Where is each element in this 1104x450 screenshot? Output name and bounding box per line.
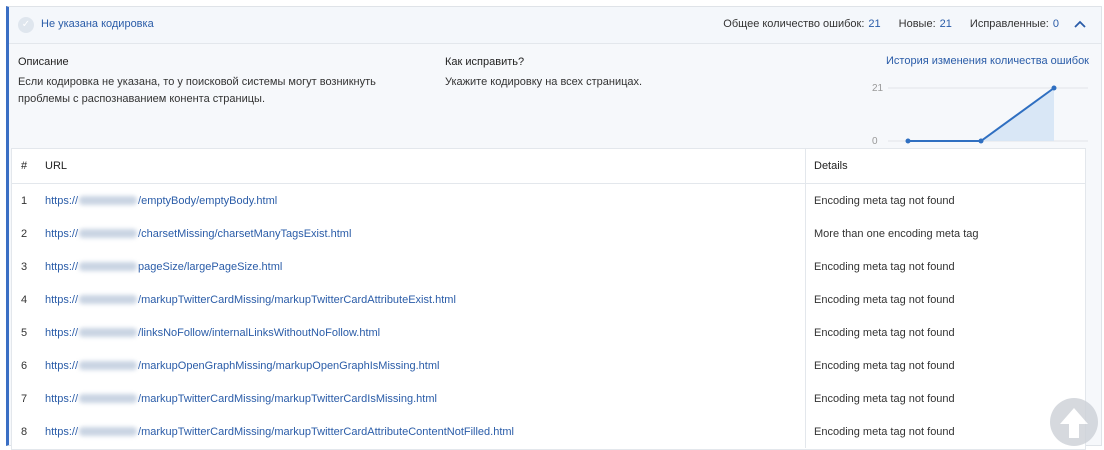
check-icon: ✓ bbox=[18, 17, 34, 33]
url-prefix: https:// bbox=[45, 326, 79, 339]
row-number: 8 bbox=[20, 425, 28, 438]
row-url-link[interactable]: https:// /markupOpenGraphMissing/markupOp… bbox=[36, 349, 806, 382]
row-details: Encoding meta tag not found bbox=[805, 382, 1085, 415]
row-url-link[interactable]: https:// /charsetMissing/charsetManyTagsE… bbox=[36, 217, 806, 250]
table-row: 6 https:// /markupOpenGraphMissing/markupO… bbox=[12, 349, 1085, 382]
description-line-1: Если кодировка не указана, то у поисково… bbox=[18, 76, 376, 88]
row-url-link[interactable]: https:// pageSize/largePageSize.html bbox=[36, 250, 806, 283]
url-path: /markupOpenGraphMissing/markupOpenGraphI… bbox=[138, 359, 440, 372]
redacted-domain bbox=[79, 328, 138, 338]
error-stats: Общее количество ошибок: 21 Новые: 21 Ис… bbox=[723, 18, 1087, 30]
row-url-link[interactable]: https:// /markupTwitterCardMissing/markup… bbox=[36, 415, 806, 448]
arrow-up-icon bbox=[1060, 408, 1088, 438]
fix-text: Укажите кодировку на всех страницах. bbox=[445, 76, 643, 88]
row-details: Encoding meta tag not found bbox=[805, 415, 1085, 448]
url-prefix: https:// bbox=[45, 227, 79, 240]
redacted-domain bbox=[79, 262, 138, 272]
url-prefix: https:// bbox=[45, 392, 79, 405]
description-line-2: проблемы с распознаванием конента страни… bbox=[18, 93, 265, 105]
data-point bbox=[1051, 85, 1057, 91]
row-url-link[interactable]: https:// /emptyBody/emptyBody.html bbox=[36, 184, 806, 218]
table-row: 3 https:// pageSize/largePageSize.html Enco… bbox=[12, 250, 1085, 283]
redacted-domain bbox=[79, 229, 138, 239]
url-path: /emptyBody/emptyBody.html bbox=[138, 194, 278, 207]
row-url-link[interactable]: https:// /markupTwitterCardMissing/markup… bbox=[36, 382, 806, 415]
redacted-domain bbox=[79, 394, 138, 404]
table-row: 8 https:// /markupTwitterCardMissing/marku… bbox=[12, 415, 1085, 448]
url-path: /markupTwitterCardMissing/markupTwitterC… bbox=[138, 293, 456, 306]
url-prefix: https:// bbox=[45, 425, 79, 438]
url-path: /markupTwitterCardMissing/markupTwitterC… bbox=[138, 425, 514, 438]
total-label: Общее количество ошибок: bbox=[723, 18, 865, 30]
series-area bbox=[908, 88, 1054, 141]
url-prefix: https:// bbox=[45, 260, 79, 273]
row-number: 6 bbox=[20, 359, 28, 372]
table-row: 4 https:// /markupTwitterCardMissing/marku… bbox=[12, 283, 1085, 316]
y-tick-label-top: 21 bbox=[872, 83, 884, 94]
history-link[interactable]: История изменения количества ошибок bbox=[886, 55, 1089, 67]
table-row: 1 https:// /emptyBody/emptyBody.html Encodi… bbox=[12, 183, 1085, 218]
new-value[interactable]: 21 bbox=[940, 18, 952, 30]
row-details: More than one encoding meta tag bbox=[805, 217, 1085, 250]
fix-heading: Как исправить? bbox=[445, 56, 525, 68]
row-number: 1 bbox=[20, 194, 28, 207]
table-row: 7 https:// /markupTwitterCardMissing/marku… bbox=[12, 382, 1085, 415]
redacted-domain bbox=[79, 196, 138, 206]
url-path: pageSize/largePageSize.html bbox=[138, 260, 283, 273]
history-chart: 21 0 bbox=[872, 83, 1088, 147]
row-details: Encoding meta tag not found bbox=[805, 349, 1085, 382]
table-header-row: # URL Details bbox=[12, 149, 1085, 184]
column-header-details: Details bbox=[805, 149, 1085, 184]
data-point bbox=[978, 138, 984, 144]
row-url-link[interactable]: https:// /markupTwitterCardMissing/markup… bbox=[36, 283, 806, 316]
column-header-url: URL bbox=[36, 149, 806, 184]
column-header-number: # bbox=[12, 149, 36, 184]
row-number: 4 bbox=[20, 293, 28, 306]
row-details: Encoding meta tag not found bbox=[805, 250, 1085, 283]
row-url-link[interactable]: https:// /linksNoFollow/internalLinksWith… bbox=[36, 316, 806, 349]
url-path: /markupTwitterCardMissing/markupTwitterC… bbox=[138, 392, 437, 405]
data-point bbox=[905, 138, 911, 144]
error-title[interactable]: Не указана кодировка bbox=[41, 18, 154, 30]
url-prefix: https:// bbox=[45, 359, 79, 372]
url-prefix: https:// bbox=[45, 293, 79, 306]
new-label: Новые: bbox=[898, 18, 936, 30]
url-path: /charsetMissing/charsetManyTagsExist.htm… bbox=[138, 227, 352, 240]
row-details: Encoding meta tag not found bbox=[805, 283, 1085, 316]
errors-table: # URL Details 1 https:// /emptyBody/emptyB… bbox=[11, 148, 1086, 450]
redacted-domain bbox=[79, 295, 138, 305]
table-row: 5 https:// /linksNoFollow/internalLinksWit… bbox=[12, 316, 1085, 349]
row-details: Encoding meta tag not found bbox=[805, 316, 1085, 349]
chevron-up-icon[interactable] bbox=[1073, 18, 1087, 30]
url-path: /linksNoFollow/internalLinksWithoutNoFol… bbox=[138, 326, 381, 339]
row-number: 7 bbox=[20, 392, 28, 405]
scroll-to-top-button[interactable] bbox=[1050, 398, 1098, 446]
redacted-domain bbox=[79, 361, 138, 371]
url-prefix: https:// bbox=[45, 194, 79, 207]
total-value[interactable]: 21 bbox=[868, 18, 880, 30]
row-number: 3 bbox=[20, 260, 28, 273]
fixed-value[interactable]: 0 bbox=[1053, 18, 1059, 30]
redacted-domain bbox=[79, 427, 138, 437]
y-tick-label-bottom: 0 bbox=[872, 136, 878, 147]
panel-header[interactable]: ✓ Не указана кодировка Общее количество … bbox=[9, 7, 1101, 44]
row-details: Encoding meta tag not found bbox=[805, 183, 1085, 217]
row-number: 2 bbox=[20, 227, 28, 240]
fixed-label: Исправленные: bbox=[969, 18, 1049, 30]
description-heading: Описание bbox=[18, 56, 69, 68]
table-row: 2 https:// /charsetMissing/charsetManyTags… bbox=[12, 217, 1085, 250]
description-text: Если кодировка не указана, то у поисково… bbox=[18, 74, 376, 108]
row-number: 5 bbox=[20, 326, 28, 339]
